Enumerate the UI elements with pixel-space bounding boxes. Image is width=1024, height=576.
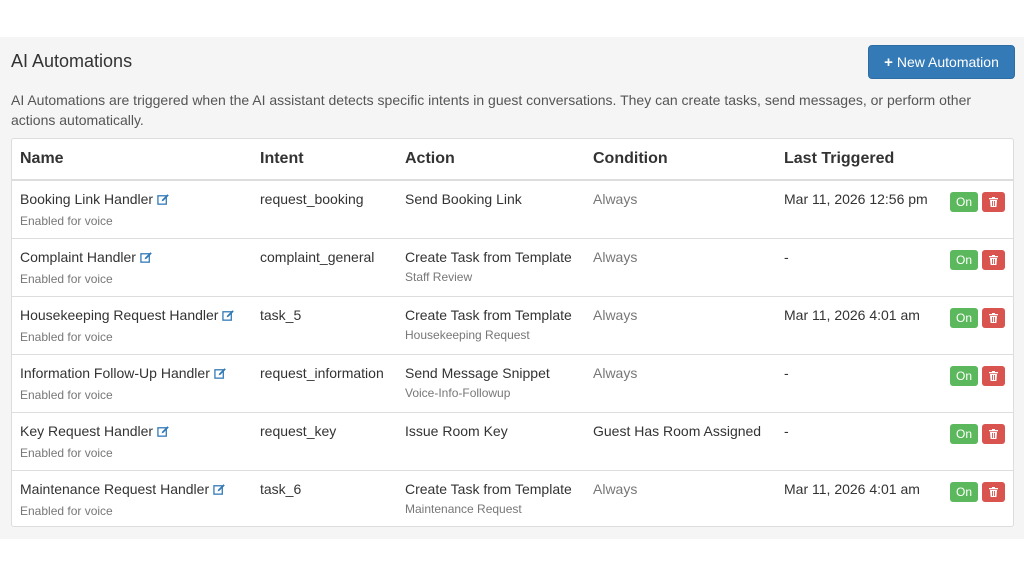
automation-name-cell: Complaint Handler Enabled for voice (20, 249, 153, 286)
enabled-toggle-button[interactable]: On (950, 424, 978, 444)
automation-name: Maintenance Request Handler (20, 481, 210, 497)
column-header-intent: Intent (260, 150, 304, 167)
delete-button[interactable] (982, 192, 1005, 212)
voice-enabled-note: Enabled for voice (20, 330, 113, 344)
intent-cell: task_5 (260, 307, 302, 323)
action-cell: Send Message Snippet Voice-Info-Followup (405, 365, 550, 400)
delete-button[interactable] (982, 250, 1005, 270)
action-label: Create Task from Template (405, 249, 572, 265)
enabled-toggle-button[interactable]: On (950, 250, 978, 270)
voice-enabled-note: Enabled for voice (20, 446, 113, 460)
voice-enabled-note: Enabled for voice (20, 504, 113, 518)
delete-button[interactable] (982, 424, 1005, 444)
automation-name-cell: Housekeeping Request Handler Enabled for… (20, 307, 235, 344)
table-row: Booking Link Handler Enabled for voice r… (12, 181, 1013, 239)
action-template: Staff Review (405, 270, 473, 284)
trash-icon (989, 197, 998, 207)
trash-icon (989, 487, 998, 497)
automation-name-cell: Key Request Handler Enabled for voice (20, 423, 170, 460)
edit-icon[interactable] (222, 309, 235, 325)
action-label: Issue Room Key (405, 423, 508, 439)
automation-name-cell: Booking Link Handler Enabled for voice (20, 191, 170, 228)
table-row: Key Request Handler Enabled for voice re… (12, 413, 1013, 471)
table-row: Information Follow-Up Handler Enabled fo… (12, 355, 1013, 413)
new-automation-button[interactable]: + New Automation (868, 45, 1015, 79)
condition-cell: Always (593, 365, 638, 381)
column-header-condition: Condition (593, 150, 668, 167)
automation-name: Key Request Handler (20, 423, 154, 439)
action-cell: Issue Room Key (405, 423, 508, 444)
new-automation-label: New Automation (896, 54, 999, 70)
automation-name: Housekeeping Request Handler (20, 307, 219, 323)
trash-icon (989, 313, 998, 323)
intent-cell: task_6 (260, 481, 302, 497)
edit-icon[interactable] (157, 193, 170, 209)
enabled-toggle-button[interactable]: On (950, 366, 978, 386)
condition-cell: Always (593, 249, 638, 265)
action-template: Housekeeping Request (405, 328, 530, 342)
edit-icon[interactable] (157, 425, 170, 441)
enabled-toggle-button[interactable]: On (950, 482, 978, 502)
edit-icon[interactable] (213, 483, 226, 499)
table-row: Maintenance Request Handler Enabled for … (12, 471, 1013, 526)
automation-name-cell: Maintenance Request Handler Enabled for … (20, 481, 226, 518)
intent-cell: complaint_general (260, 249, 375, 265)
plus-icon: + (884, 53, 893, 71)
table-header: Name Intent Action Condition Last Trigge… (12, 139, 1013, 181)
last-triggered-cell: Mar 11, 2026 4:01 am (784, 307, 920, 323)
edit-icon[interactable] (140, 251, 153, 267)
condition-cell: Always (593, 307, 638, 323)
action-label: Create Task from Template (405, 307, 572, 323)
automation-name: Complaint Handler (20, 249, 136, 265)
action-label: Send Booking Link (405, 191, 522, 207)
last-triggered-cell: - (784, 249, 789, 265)
delete-button[interactable] (982, 482, 1005, 502)
enabled-toggle-button[interactable]: On (950, 192, 978, 212)
automations-table: Name Intent Action Condition Last Trigge… (11, 138, 1014, 527)
page-description: AI Automations are triggered when the AI… (11, 92, 972, 128)
action-cell: Create Task from Template Maintenance Re… (405, 481, 572, 516)
voice-enabled-note: Enabled for voice (20, 388, 113, 402)
voice-enabled-note: Enabled for voice (20, 272, 113, 286)
action-cell: Send Booking Link (405, 191, 522, 212)
column-header-name: Name (20, 150, 64, 167)
automations-panel: AI Automations + New Automation AI Autom… (0, 37, 1024, 539)
voice-enabled-note: Enabled for voice (20, 214, 113, 228)
condition-cell: Always (593, 481, 638, 497)
condition-cell: Guest Has Room Assigned (593, 423, 762, 439)
trash-icon (989, 255, 998, 265)
action-label: Create Task from Template (405, 481, 572, 497)
last-triggered-cell: - (784, 365, 789, 381)
table-row: Housekeeping Request Handler Enabled for… (12, 297, 1013, 355)
intent-cell: request_information (260, 365, 384, 381)
intent-cell: request_key (260, 423, 337, 439)
intent-cell: request_booking (260, 191, 364, 207)
action-label: Send Message Snippet (405, 365, 550, 381)
enabled-toggle-button[interactable]: On (950, 308, 978, 328)
last-triggered-cell: Mar 11, 2026 12:56 pm (784, 191, 928, 207)
trash-icon (989, 371, 998, 381)
automation-name-cell: Information Follow-Up Handler Enabled fo… (20, 365, 227, 402)
action-template: Voice-Info-Followup (405, 386, 511, 400)
automation-name: Information Follow-Up Handler (20, 365, 210, 381)
last-triggered-cell: Mar 11, 2026 4:01 am (784, 481, 920, 497)
edit-icon[interactable] (214, 367, 227, 383)
trash-icon (989, 429, 998, 439)
action-cell: Create Task from Template Staff Review (405, 249, 572, 284)
page-title: AI Automations (11, 51, 133, 71)
column-header-last-triggered: Last Triggered (784, 150, 895, 167)
condition-cell: Always (593, 191, 638, 207)
delete-button[interactable] (982, 366, 1005, 386)
automation-name: Booking Link Handler (20, 191, 154, 207)
delete-button[interactable] (982, 308, 1005, 328)
action-cell: Create Task from Template Housekeeping R… (405, 307, 572, 342)
action-template: Maintenance Request (405, 502, 522, 516)
column-header-action: Action (405, 150, 455, 167)
table-row: Complaint Handler Enabled for voice comp… (12, 239, 1013, 297)
last-triggered-cell: - (784, 423, 789, 439)
